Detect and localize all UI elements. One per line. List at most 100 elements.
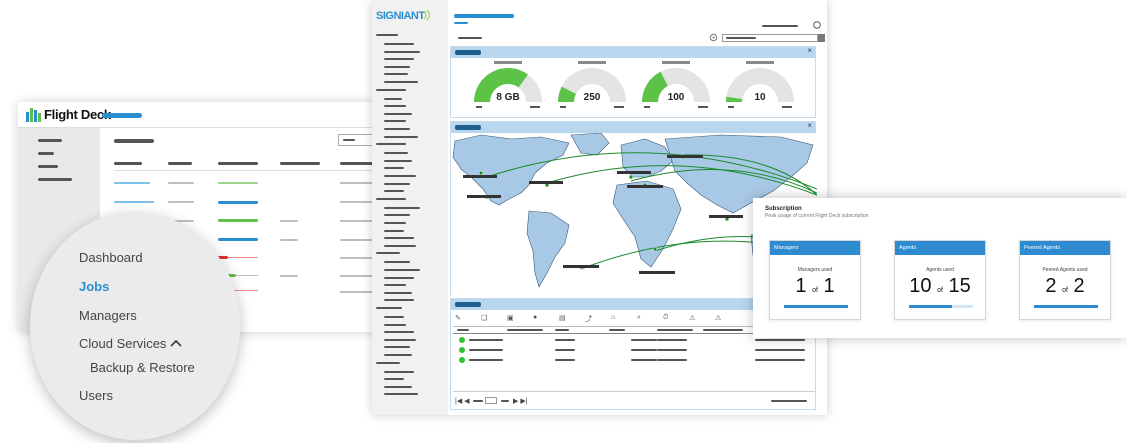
- nav-tree-item[interactable]: [384, 190, 404, 193]
- nav-tree-item[interactable]: [384, 299, 414, 302]
- nav-tree-item[interactable]: [376, 361, 400, 364]
- column-header[interactable]: [218, 162, 258, 165]
- nav-tree-item[interactable]: [384, 214, 410, 217]
- sidebar-item[interactable]: [38, 165, 58, 168]
- column-header[interactable]: [507, 329, 543, 331]
- nav-tree-item[interactable]: [384, 261, 410, 264]
- nav-tree-item[interactable]: [384, 81, 418, 83]
- toolbar-icon[interactable]: ⌕: [637, 314, 641, 322]
- nav-tree-item[interactable]: [384, 229, 404, 232]
- nav-tree-item[interactable]: [384, 73, 408, 76]
- active-tab-indicator[interactable]: [102, 113, 142, 118]
- toolbar-icon[interactable]: ▤: [559, 314, 566, 322]
- sidebar-item[interactable]: [38, 152, 54, 155]
- column-header[interactable]: [703, 329, 743, 331]
- nav-tree-item[interactable]: [384, 65, 410, 68]
- menu-item-managers[interactable]: Managers: [79, 308, 137, 323]
- nav-tree-item[interactable]: [384, 206, 420, 209]
- nav-tree-item[interactable]: [384, 112, 412, 115]
- location-label: [529, 181, 563, 184]
- toolbar-icon[interactable]: ⏱: [663, 314, 668, 322]
- nav-tree-item[interactable]: [384, 385, 412, 388]
- nav-tree-item[interactable]: [376, 34, 398, 36]
- card-value: 10 of 15: [909, 275, 971, 297]
- nav-tree-item[interactable]: [384, 167, 404, 170]
- location-label: [639, 271, 675, 274]
- nav-tree-item[interactable]: [384, 105, 406, 108]
- nav-tree-item[interactable]: [384, 370, 414, 373]
- nav-tree-item[interactable]: [384, 159, 412, 162]
- toolbar-icon[interactable]: ▣: [507, 314, 514, 322]
- nav-tree-item[interactable]: [384, 284, 406, 287]
- toolbar-icon[interactable]: ✎: [455, 314, 461, 322]
- menu-item-dashboard[interactable]: Dashboard: [79, 250, 143, 265]
- nav-tree-item[interactable]: [384, 50, 420, 53]
- nav-tree-item[interactable]: [384, 269, 420, 271]
- chevron-up-icon[interactable]: [170, 339, 182, 348]
- nav-tree-item[interactable]: [384, 331, 414, 334]
- menu-item-cloud-services[interactable]: Cloud Services: [79, 336, 166, 351]
- gear-icon[interactable]: [709, 33, 718, 42]
- nav-tree-item[interactable]: [384, 222, 406, 224]
- nav-tree-item[interactable]: [376, 143, 406, 146]
- gauge-min-tick: [644, 106, 650, 108]
- nav-tree-item[interactable]: [376, 307, 402, 309]
- nav-tree-item[interactable]: [384, 393, 418, 396]
- menu-item-users[interactable]: Users: [79, 388, 113, 403]
- nav-tree-item[interactable]: [384, 175, 416, 177]
- page-number-input[interactable]: [485, 397, 497, 404]
- toolbar-icon[interactable]: ⤴: [585, 314, 592, 324]
- gauge-max-tick: [614, 106, 624, 108]
- user-menu[interactable]: [762, 25, 798, 27]
- pagination-next[interactable]: ▶ ▶|: [513, 397, 528, 405]
- nav-tree-item[interactable]: [384, 378, 404, 381]
- nav-tree-item[interactable]: [384, 354, 412, 356]
- nav-tree-item[interactable]: [384, 128, 410, 130]
- column-header[interactable]: [609, 329, 625, 331]
- nav-tree-item[interactable]: [384, 338, 416, 341]
- location-label: [617, 171, 651, 174]
- help-icon[interactable]: [813, 21, 821, 29]
- nav-tree-item[interactable]: [384, 135, 418, 138]
- sidebar-item[interactable]: [38, 139, 62, 142]
- nav-tree-item[interactable]: [384, 316, 404, 318]
- close-icon[interactable]: ×: [807, 46, 812, 55]
- nav-tree-item[interactable]: [384, 237, 414, 240]
- toolbar-icon[interactable]: ⌂: [611, 314, 615, 321]
- status-dot: [459, 347, 465, 353]
- nav-tree-item[interactable]: [376, 252, 400, 255]
- nav-tree-item[interactable]: [384, 58, 414, 61]
- toolbar-icon[interactable]: ⚠: [715, 314, 721, 322]
- column-header[interactable]: [114, 162, 142, 165]
- search-button[interactable]: [818, 34, 825, 42]
- nav-tree-item[interactable]: [376, 88, 406, 91]
- nav-tree-item[interactable]: [384, 323, 406, 326]
- column-header[interactable]: [555, 329, 569, 331]
- nav-tree-item[interactable]: [384, 97, 402, 100]
- column-header[interactable]: [280, 162, 320, 165]
- nav-tree-item[interactable]: [384, 276, 414, 279]
- nav-tree-item[interactable]: [384, 152, 408, 155]
- toolbar-icon[interactable]: ❏: [481, 314, 487, 322]
- sidebar-item[interactable]: [38, 178, 72, 181]
- nav-tree-item[interactable]: [384, 291, 412, 294]
- menu-item-jobs[interactable]: Jobs: [79, 279, 109, 294]
- nav-tree-item[interactable]: [384, 43, 414, 45]
- search-input[interactable]: [722, 34, 818, 42]
- column-header[interactable]: [168, 162, 192, 165]
- toolbar-icon[interactable]: ⚠: [689, 314, 695, 322]
- column-header[interactable]: [457, 329, 469, 331]
- close-icon[interactable]: ×: [807, 121, 812, 130]
- pagination-controls[interactable]: |◀ ◀: [455, 397, 470, 405]
- nav-tree-item[interactable]: [384, 244, 416, 247]
- signiant-subtab[interactable]: [454, 22, 468, 24]
- nav-tree-item[interactable]: [384, 182, 410, 185]
- signiant-active-tab[interactable]: [454, 14, 514, 18]
- card-used-label: Agents used: [926, 267, 954, 273]
- column-header[interactable]: [657, 329, 693, 331]
- nav-tree-item[interactable]: [376, 197, 406, 200]
- nav-tree-item[interactable]: [384, 346, 410, 349]
- menu-item-backup-restore[interactable]: Backup & Restore: [90, 360, 195, 375]
- toolbar-icon[interactable]: ●: [533, 314, 537, 321]
- nav-tree-item[interactable]: [384, 120, 406, 123]
